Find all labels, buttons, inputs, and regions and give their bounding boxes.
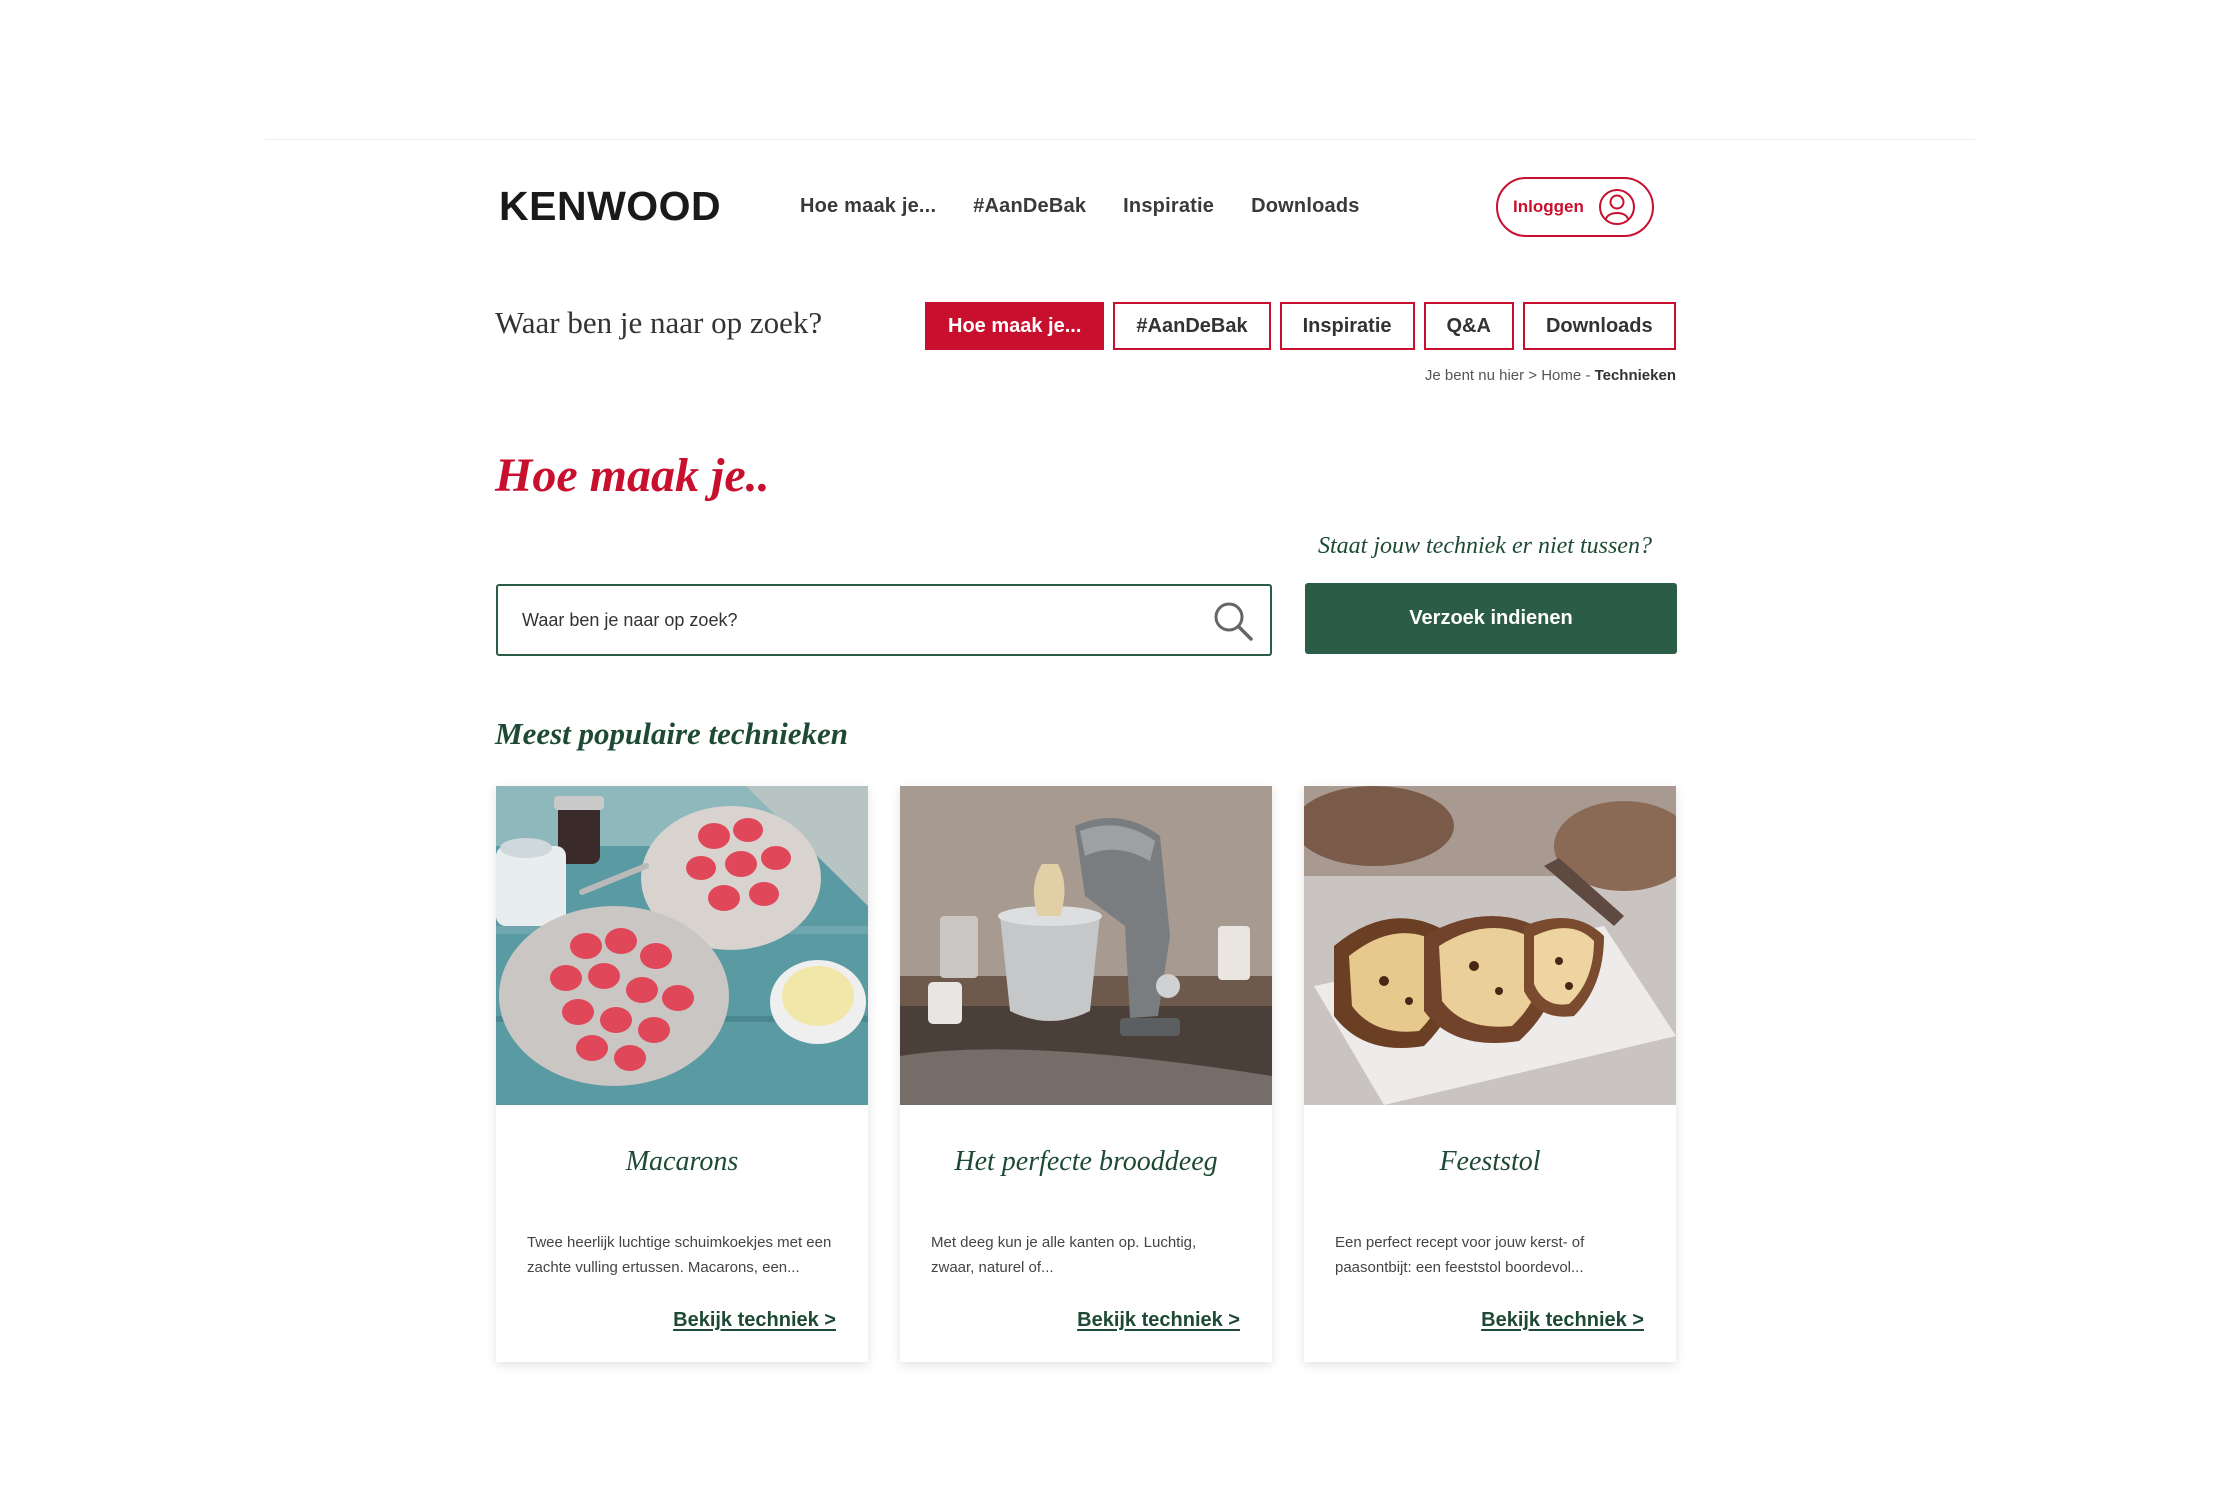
macarons-photo[interactable] [496,786,868,1105]
view-technique-link[interactable]: Bekijk techniek > [673,1309,836,1332]
nav-inspiratie[interactable]: Inspiratie [1123,195,1214,218]
logo-text: KENWOOD [499,183,722,229]
breadcrumb-home[interactable]: Home [1541,367,1581,384]
search-input[interactable] [522,586,1182,654]
kenwood-logo[interactable]: KENWOOD [499,183,722,229]
card-brooddeeg[interactable]: Het perfecte brooddeeg Met deeg kun je a… [900,786,1272,1362]
finder-title: Waar ben je naar op zoek? [495,305,823,340]
breadcrumb-separator: - [1585,367,1591,384]
nav-aandebak[interactable]: #AanDeBak [973,195,1086,218]
card-description: Met deeg kun je alle kanten op. Luchtig,… [931,1234,1197,1276]
top-divider [265,139,1975,140]
search-icon[interactable] [1212,600,1254,642]
view-technique-link[interactable]: Bekijk techniek > [1077,1309,1240,1332]
site-header: KENWOOD Hoe maak je... #AanDeBak Inspira… [497,170,1677,242]
nav-hoe-maak-je[interactable]: Hoe maak je... [800,195,936,218]
search-box [496,584,1272,656]
view-technique-link[interactable]: Bekijk techniek > [1481,1309,1644,1332]
breadcrumb-prefix: Je bent nu hier > [1424,367,1538,384]
user-icon [1598,189,1635,225]
section-title: Meest populaire technieken [495,716,849,751]
technique-cards: Macarons Twee heerlijk luchtige schuimko… [496,786,1676,1362]
tab-aandebak[interactable]: #AanDeBak [1113,302,1271,350]
login-button[interactable]: Inloggen [1496,177,1654,237]
stand-mixer-photo[interactable] [900,786,1272,1105]
stollen-photo[interactable] [1304,786,1676,1105]
card-description: Twee heerlijk luchtige schuimkoekjes met… [527,1234,832,1276]
tab-inspiratie[interactable]: Inspiratie [1279,302,1415,350]
card-macarons[interactable]: Macarons Twee heerlijk luchtige schuimko… [496,786,868,1362]
card-feeststol[interactable]: Feeststol Een perfect recept voor jouw k… [1304,786,1676,1362]
main-nav: Hoe maak je... #AanDeBak Inspiratie Down… [800,170,1360,242]
card-title[interactable]: Het perfecte brooddeeg [900,1146,1272,1178]
tab-qa[interactable]: Q&A [1423,302,1514,350]
card-title[interactable]: Macarons [496,1146,868,1178]
login-label: Inloggen [1513,197,1584,216]
filter-tabs: Hoe maak je... #AanDeBak Inspiratie Q&A … [925,302,1676,350]
tab-hoe-maak-je[interactable]: Hoe maak je... [925,302,1105,350]
request-button[interactable]: Verzoek indienen [1305,583,1677,654]
nav-downloads[interactable]: Downloads [1251,195,1359,218]
card-title[interactable]: Feeststol [1304,1146,1676,1178]
page-title: Hoe maak je.. [495,449,770,502]
card-description: Een perfect recept voor jouw kerst- of p… [1335,1234,1585,1276]
tab-downloads[interactable]: Downloads [1522,302,1676,350]
breadcrumb-current: Technieken [1594,367,1676,384]
request-prompt: Staat jouw techniek er niet tussen? [1318,533,1652,559]
breadcrumb: Je bent nu hier > Home - Technieken [1425,367,1676,384]
